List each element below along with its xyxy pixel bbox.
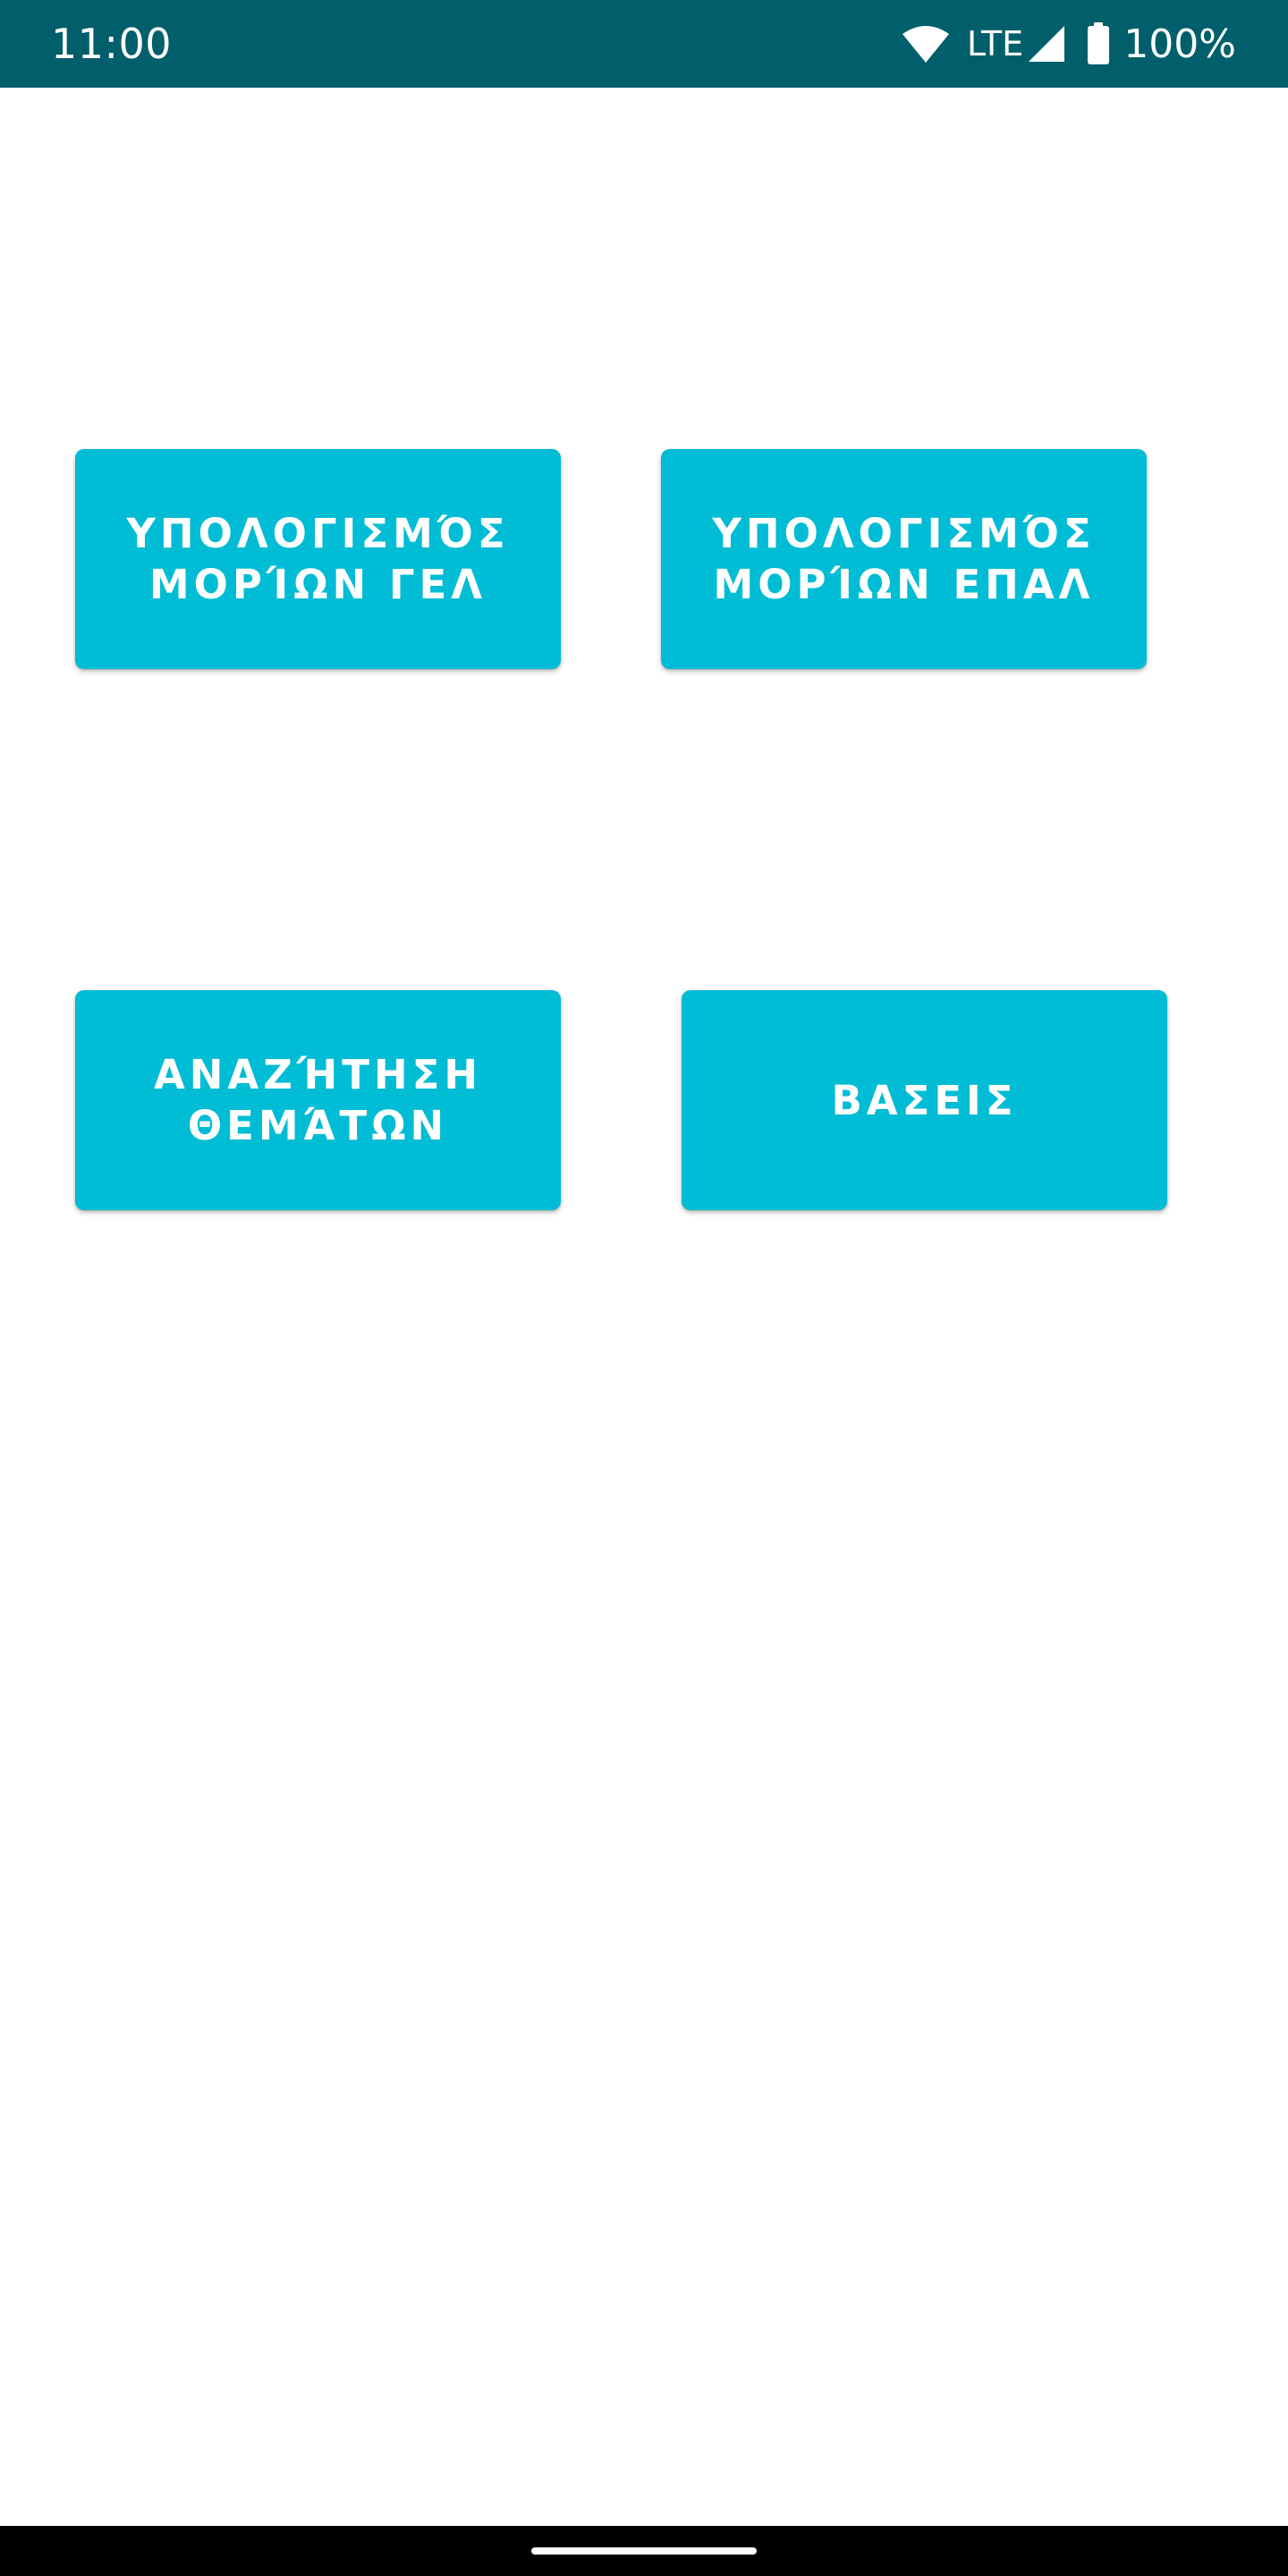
battery-percentage: 100% <box>1123 21 1236 67</box>
bases-button[interactable]: ΒΑΣΕΙΣ <box>682 990 1167 1210</box>
calc-points-gel-label: ΥΠΟΛΟΓΙΣΜΌΣ ΜΟΡΊΩΝ ΓΕΛ <box>126 510 510 608</box>
calc-points-gel-button[interactable]: ΥΠΟΛΟΓΙΣΜΌΣ ΜΟΡΊΩΝ ΓΕΛ <box>75 449 561 669</box>
bases-label: ΒΑΣΕΙΣ <box>831 1076 1018 1124</box>
search-topics-button[interactable]: ΑΝΑΖΉΤΗΣΗ ΘΕΜΆΤΩΝ <box>75 990 561 1210</box>
navigation-bar <box>0 2526 1288 2576</box>
status-icons: LTE 100% <box>901 0 1236 88</box>
network-type-label: LTE <box>967 24 1024 64</box>
status-time: 11:00 <box>51 20 173 68</box>
battery-icon <box>1088 22 1110 64</box>
home-indicator[interactable] <box>531 2547 757 2555</box>
wifi-icon <box>902 26 950 63</box>
calc-points-epal-label: ΥΠΟΛΟΓΙΣΜΌΣ ΜΟΡΊΩΝ ΕΠΑΛ <box>712 510 1096 608</box>
search-topics-label: ΑΝΑΖΉΤΗΣΗ ΘΕΜΆΤΩΝ <box>153 1051 483 1149</box>
status-bar: 11:00 LTE 100% <box>0 0 1288 88</box>
signal-icon <box>1029 26 1065 62</box>
calc-points-epal-button[interactable]: ΥΠΟΛΟΓΙΣΜΌΣ ΜΟΡΊΩΝ ΕΠΑΛ <box>661 449 1147 669</box>
